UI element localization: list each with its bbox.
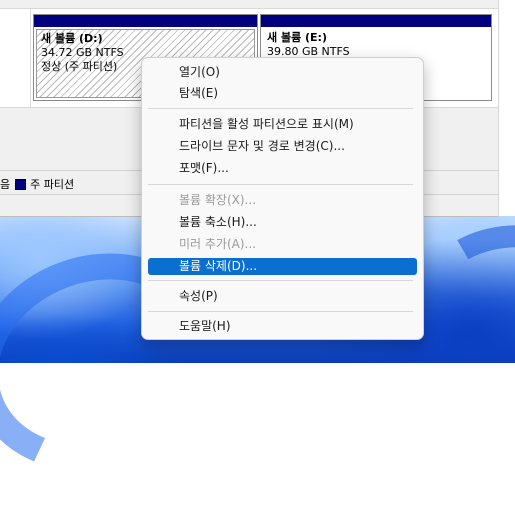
partition-name: 새 볼륨 (D:)	[41, 32, 103, 45]
menu-separator	[148, 108, 413, 109]
partition-type-bar	[261, 15, 491, 27]
menu-separator	[148, 280, 413, 281]
disk-info-divider	[30, 9, 31, 107]
partition-name: 새 볼륨 (E:)	[267, 31, 327, 44]
menu-item-help[interactable]: 도움말(H)	[148, 318, 417, 335]
legend-label-partial: 음	[0, 178, 11, 191]
menu-item-delete-volume[interactable]: 볼륨 삭제(D)...	[148, 258, 417, 275]
context-menu: 열기(O) 탐색(E) 파티션을 활성 파티션으로 표시(M) 드라이브 문자 …	[141, 57, 424, 340]
menu-item-format[interactable]: 포맷(F)...	[148, 160, 417, 177]
menu-item-explore[interactable]: 탐색(E)	[148, 85, 417, 102]
legend-bar: 음 주 파티션	[0, 176, 74, 192]
menu-item-add-mirror: 미러 추가(A)...	[179, 237, 256, 251]
menu-item-mark-active[interactable]: 파티션을 활성 파티션으로 표시(M)	[148, 116, 417, 133]
menu-item-open[interactable]: 열기(O)	[148, 64, 417, 81]
menu-item-properties[interactable]: 속성(P)	[148, 288, 417, 305]
menu-separator	[148, 184, 413, 185]
menu-item-shrink-volume[interactable]: 볼륨 축소(H)...	[148, 214, 417, 231]
legend-label-primary: 주 파티션	[30, 178, 75, 191]
menu-item-extend-volume: 볼륨 확장(X)...	[179, 193, 257, 207]
menu-item-change-drive-letter[interactable]: 드라이브 문자 및 경로 변경(C)...	[148, 138, 417, 155]
primary-partition-swatch	[15, 178, 27, 190]
menu-separator	[148, 311, 413, 312]
partition-type-bar	[34, 15, 257, 27]
